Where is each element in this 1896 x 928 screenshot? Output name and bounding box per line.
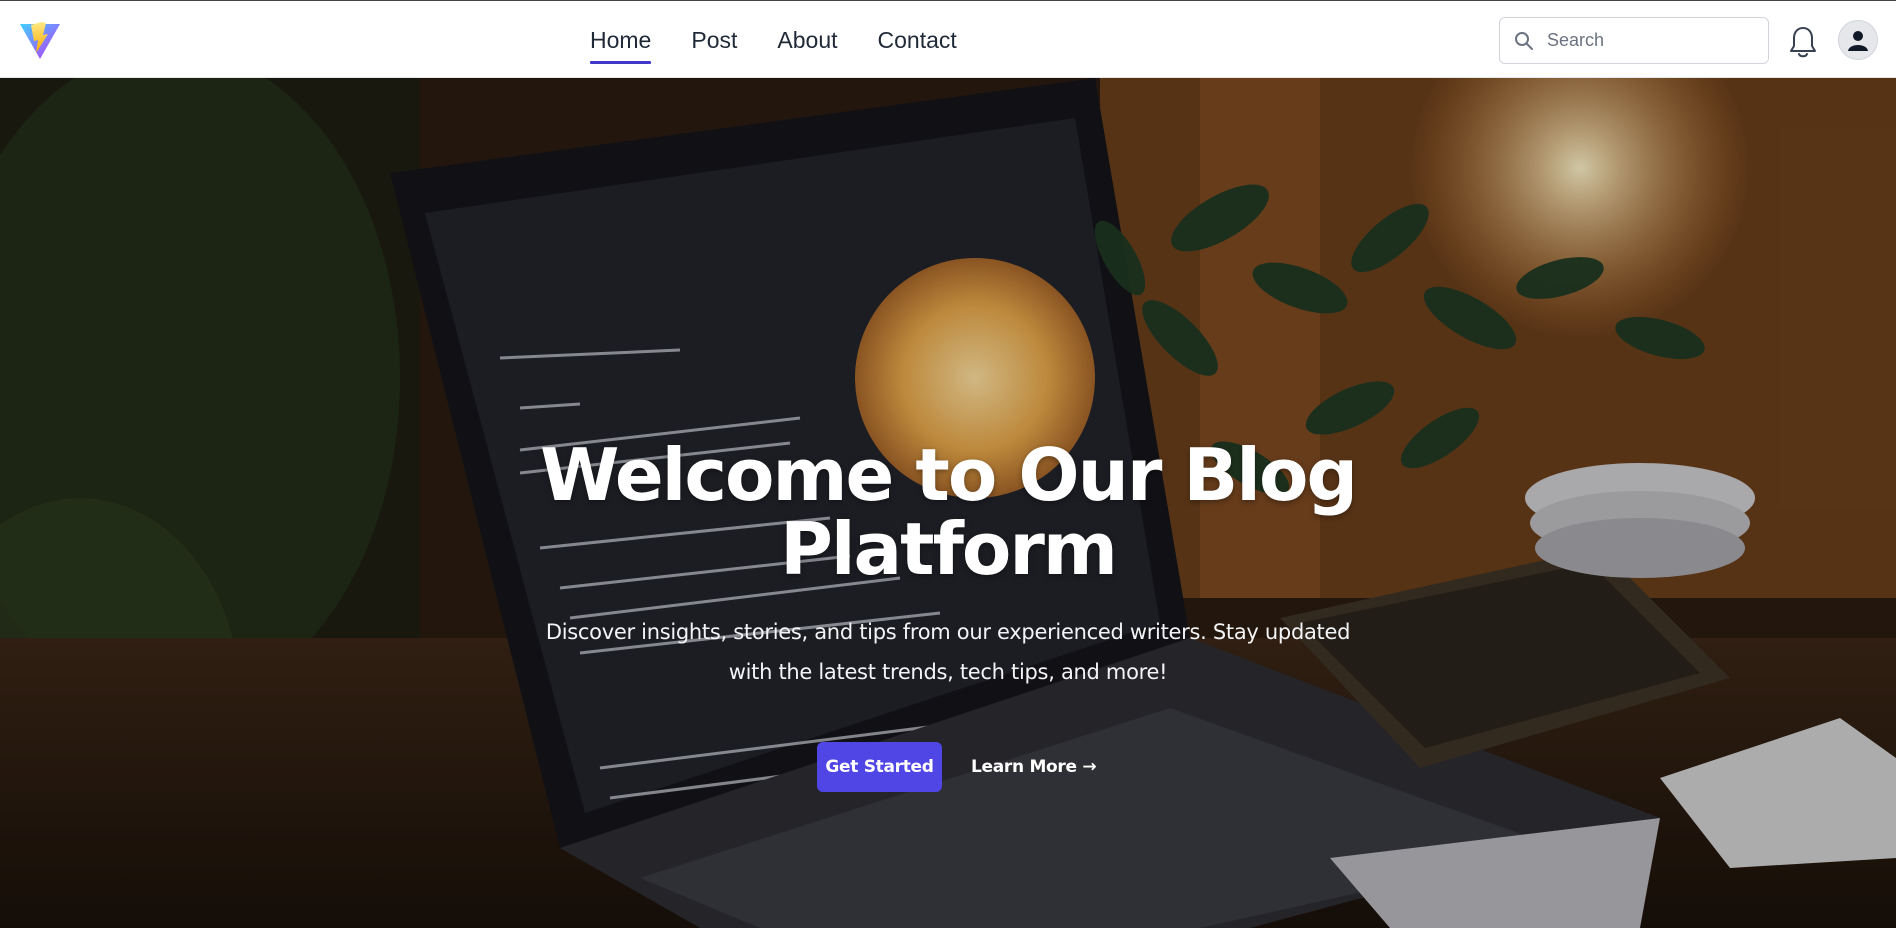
search-icon xyxy=(1515,31,1533,50)
search-input[interactable] xyxy=(1547,30,1757,51)
nav-post[interactable]: Post xyxy=(691,23,737,58)
hero-subtitle: Discover insights, stories, and tips fro… xyxy=(545,620,1351,684)
learn-more-link[interactable]: Learn More → xyxy=(971,742,1097,792)
user-icon xyxy=(1848,31,1868,51)
hero-title: Welcome to Our Blog Platform xyxy=(448,438,1448,586)
get-started-button[interactable]: Get Started xyxy=(817,742,942,792)
search-box[interactable] xyxy=(1499,17,1769,64)
avatar[interactable] xyxy=(1838,20,1878,60)
nav-contact[interactable]: Contact xyxy=(878,23,957,58)
hero-content: Welcome to Our Blog Platform Discover in… xyxy=(0,78,1896,928)
hero-section: Welcome to Our Blog Platform Discover in… xyxy=(0,78,1896,928)
top-navbar: Home Post About Contact xyxy=(0,0,1896,78)
bell-icon[interactable] xyxy=(1787,25,1819,59)
nav-home[interactable]: Home xyxy=(590,23,652,64)
vite-logo-icon[interactable] xyxy=(19,22,61,60)
main-nav: Home Post About Contact xyxy=(590,1,957,79)
hero-title-line1: Welcome to Our Blog xyxy=(540,433,1358,517)
hero-title-line2: Platform xyxy=(780,507,1118,591)
nav-about[interactable]: About xyxy=(777,23,837,58)
